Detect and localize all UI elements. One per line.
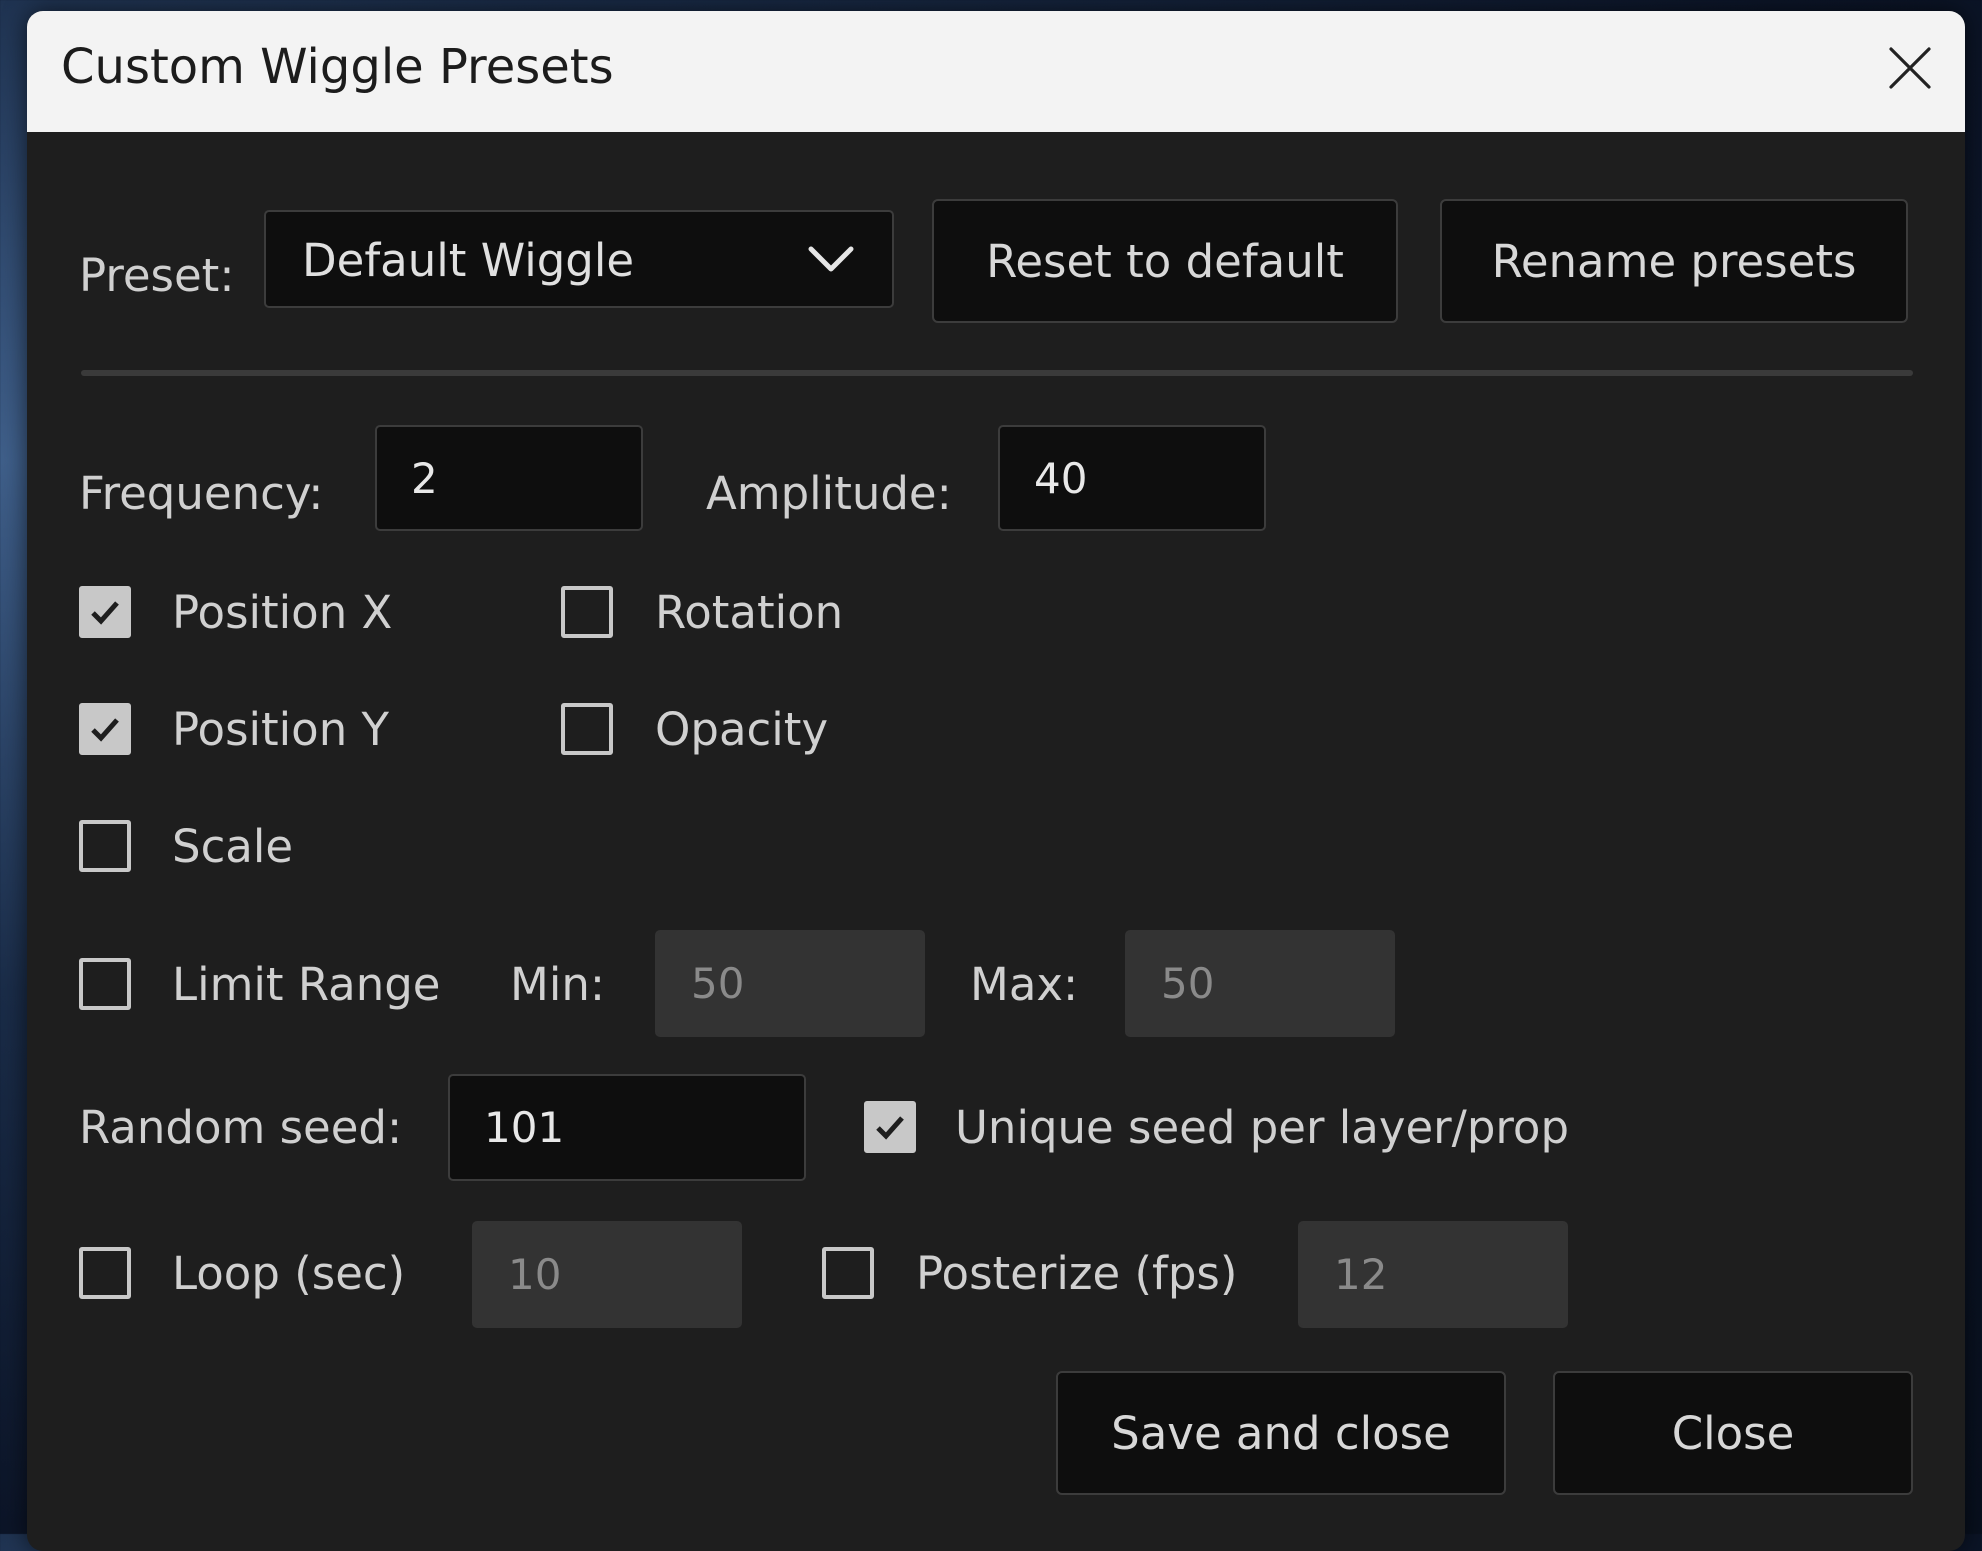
title-bar: Custom Wiggle Presets: [27, 11, 1965, 132]
checkmark-icon: [876, 1116, 904, 1140]
position-y-checkbox[interactable]: [79, 703, 131, 755]
min-label: Min:: [510, 958, 606, 1011]
loop-label: Loop (sec): [172, 1247, 406, 1300]
amplitude-input[interactable]: [998, 425, 1266, 531]
position-x-checkbox[interactable]: [79, 586, 131, 638]
frequency-label: Frequency:: [79, 467, 324, 520]
section-divider: [81, 370, 1913, 376]
loop-checkbox[interactable]: [79, 1247, 131, 1299]
save-and-close-button[interactable]: Save and close: [1056, 1371, 1506, 1495]
unique-seed-checkbox[interactable]: [864, 1101, 916, 1153]
random-seed-input[interactable]: [448, 1074, 806, 1181]
checkmark-icon: [91, 718, 119, 742]
limit-range-label: Limit Range: [172, 958, 441, 1011]
chevron-down-icon: [808, 246, 854, 272]
rotation-label: Rotation: [655, 586, 844, 639]
reset-to-default-button[interactable]: Reset to default: [932, 199, 1398, 323]
loop-input[interactable]: [472, 1221, 742, 1328]
rotation-checkbox[interactable]: [561, 586, 613, 638]
min-input[interactable]: [655, 930, 925, 1037]
opacity-label: Opacity: [655, 703, 829, 756]
position-y-label: Position Y: [172, 703, 390, 756]
wiggle-presets-dialog: Custom Wiggle Presets Preset: Default Wi…: [27, 11, 1965, 1551]
rename-presets-button[interactable]: Rename presets: [1440, 199, 1908, 323]
close-icon[interactable]: [1883, 41, 1937, 95]
frequency-input[interactable]: [375, 425, 643, 531]
position-x-label: Position X: [172, 586, 393, 639]
random-seed-label: Random seed:: [79, 1101, 403, 1154]
preset-dropdown[interactable]: Default Wiggle: [264, 210, 894, 308]
preset-selected-value: Default Wiggle: [302, 234, 635, 287]
max-input[interactable]: [1125, 930, 1395, 1037]
max-label: Max:: [970, 958, 1079, 1011]
checkmark-icon: [91, 601, 119, 625]
preset-label: Preset:: [79, 249, 235, 302]
scale-label: Scale: [172, 820, 294, 873]
posterize-input[interactable]: [1298, 1221, 1568, 1328]
unique-seed-label: Unique seed per layer/prop: [955, 1101, 1570, 1154]
close-button[interactable]: Close: [1553, 1371, 1913, 1495]
posterize-checkbox[interactable]: [822, 1247, 874, 1299]
amplitude-label: Amplitude:: [706, 467, 952, 520]
scale-checkbox[interactable]: [79, 820, 131, 872]
limit-range-checkbox[interactable]: [79, 958, 131, 1010]
posterize-label: Posterize (fps): [916, 1247, 1238, 1300]
opacity-checkbox[interactable]: [561, 703, 613, 755]
dialog-title: Custom Wiggle Presets: [61, 39, 614, 95]
